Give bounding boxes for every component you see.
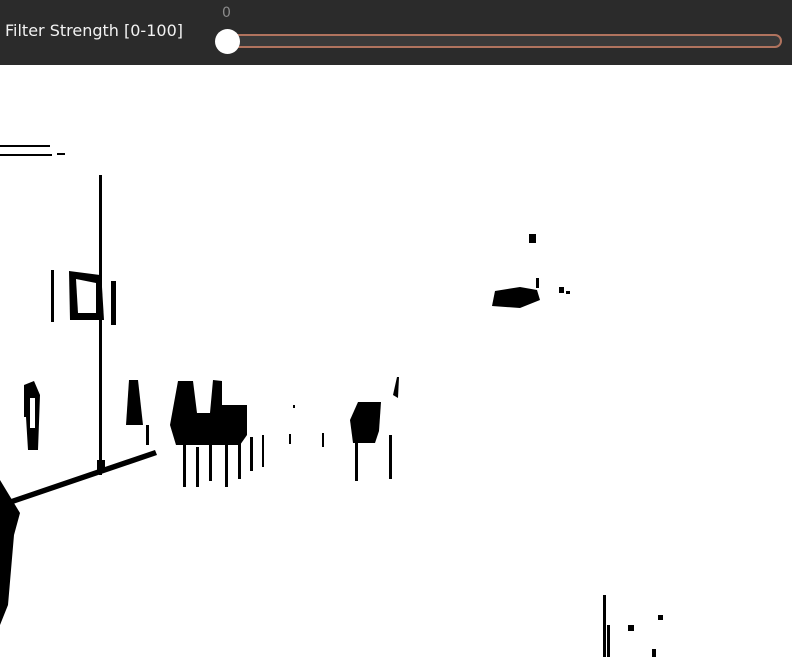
filter-strength-value: 0 [222,5,231,21]
filter-strength-label: Filter Strength [0-100] [5,21,183,40]
filter-toolbar: Filter Strength [0-100] 0 [0,0,792,65]
binary-image [0,145,663,657]
filter-strength-slider-track[interactable] [229,34,782,48]
filter-strength-slider-thumb[interactable] [215,29,240,54]
filtered-image-canvas [0,65,792,657]
